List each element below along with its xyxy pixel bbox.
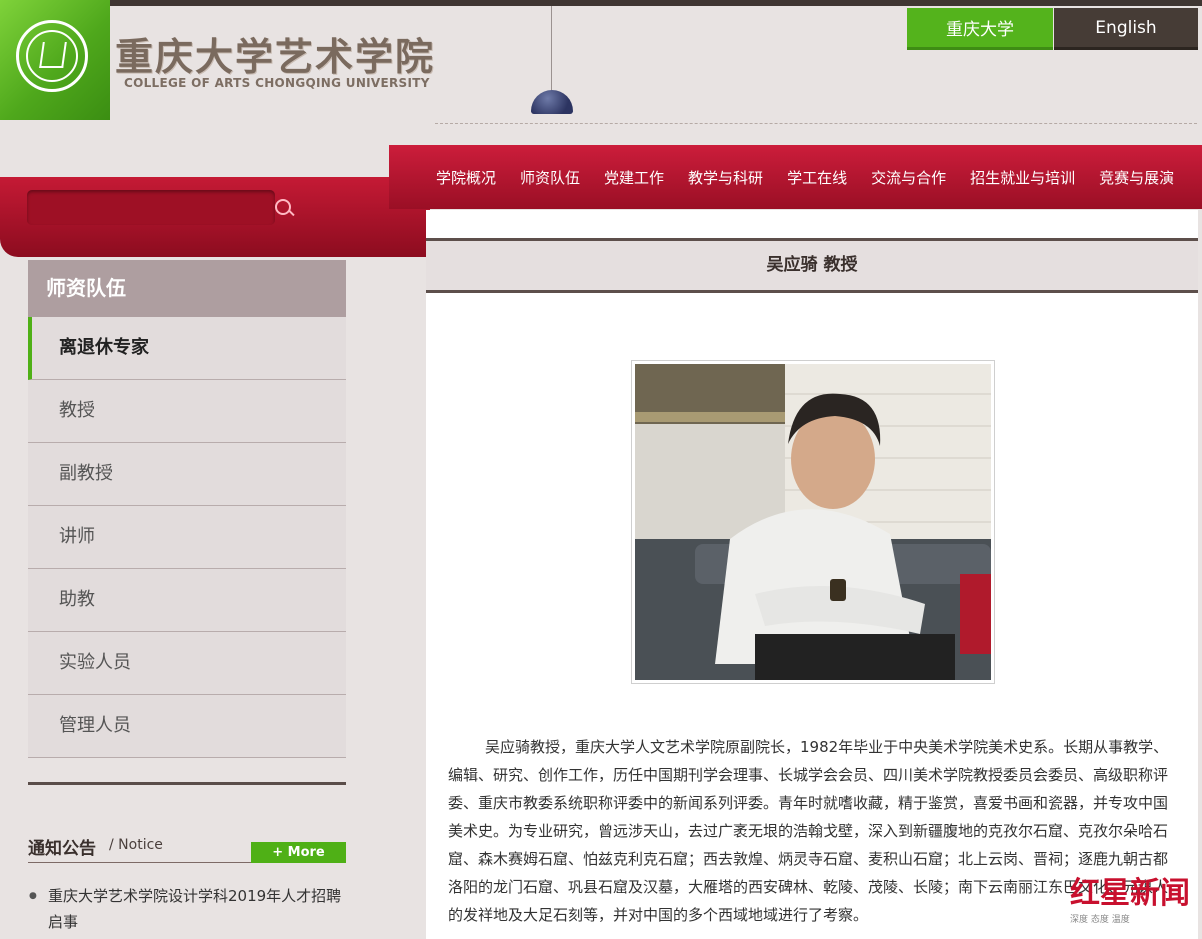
- nav-item-exchange[interactable]: 交流与合作: [859, 167, 958, 188]
- sidebar-heading: 师资队伍: [28, 260, 346, 317]
- watermark-slogan: 深度 态度 温度: [1070, 915, 1130, 925]
- sidebar-item-professors[interactable]: 教授: [28, 380, 346, 443]
- nav-item-admissions[interactable]: 招生就业与培训: [958, 167, 1087, 188]
- nav-item-about[interactable]: 学院概况: [389, 167, 508, 188]
- notice-list: 重庆大学艺术学院设计学科2019年人才招聘启事: [28, 883, 346, 935]
- sidebar-item-lab-staff[interactable]: 实验人员: [28, 632, 346, 695]
- more-button[interactable]: + More: [251, 842, 346, 863]
- lamp-cord: [551, 6, 552, 92]
- nav-item-competitions[interactable]: 竞赛与展演: [1087, 167, 1186, 188]
- sidebar: 师资队伍 离退休专家 教授 副教授 讲师 助教 实验人员 管理人员: [28, 260, 346, 785]
- search-box: [27, 190, 291, 225]
- red-star-news-watermark: 红星新闻 深度 态度 温度: [1070, 868, 1194, 930]
- main-content: 吴应骑 教授 吴应骑教授，重庆大学人文艺术学院原副院长，1982年毕业于中央美术…: [426, 210, 1198, 939]
- article-title: 吴应骑 教授: [426, 238, 1198, 293]
- notice-subtitle: / Notice: [109, 837, 163, 853]
- main-nav: 学院概况 师资队伍 党建工作 教学与科研 学工在线 交流与合作 招生就业与培训 …: [389, 145, 1202, 209]
- nav-item-students[interactable]: 学工在线: [775, 167, 859, 188]
- portrait-illustration: [635, 364, 991, 680]
- notice-item[interactable]: 重庆大学艺术学院设计学科2019年人才招聘启事: [28, 883, 346, 935]
- notice-title: 通知公告: [28, 839, 96, 859]
- more-label: More: [287, 845, 325, 860]
- nav-item-teaching[interactable]: 教学与科研: [676, 167, 775, 188]
- search-input[interactable]: [27, 190, 239, 225]
- nav-item-party[interactable]: 党建工作: [592, 167, 676, 188]
- sidebar-item-lecturers[interactable]: 讲师: [28, 506, 346, 569]
- divider: [435, 123, 1197, 124]
- nav-item-faculty[interactable]: 师资队伍: [508, 167, 592, 188]
- site-subtitle: COLLEGE OF ARTS CHONGQING UNIVERSITY: [124, 76, 430, 90]
- plus-icon: +: [272, 845, 288, 860]
- portrait-photo: [631, 360, 995, 684]
- logo-block[interactable]: [0, 0, 110, 120]
- lamp-icon: [531, 90, 573, 114]
- sidebar-item-retired-experts[interactable]: 离退休专家: [28, 317, 346, 380]
- english-link-button[interactable]: English: [1054, 8, 1198, 50]
- site-title[interactable]: 重庆大学艺术学院: [115, 26, 435, 81]
- watermark-logo: 红星新闻: [1070, 876, 1190, 911]
- search-icon[interactable]: [275, 199, 291, 215]
- portrait-image: [635, 364, 991, 680]
- university-link-button[interactable]: 重庆大学: [907, 8, 1053, 50]
- sidebar-item-assistants[interactable]: 助教: [28, 569, 346, 632]
- sidebar-item-associate-professors[interactable]: 副教授: [28, 443, 346, 506]
- sidebar-item-admin-staff[interactable]: 管理人员: [28, 695, 346, 758]
- sidebar-divider: [28, 782, 346, 785]
- notice-panel: 通知公告 / Notice + More 重庆大学艺术学院设计学科2019年人才…: [28, 830, 346, 935]
- notice-header: 通知公告 / Notice + More: [28, 830, 346, 863]
- top-strip: [0, 0, 1202, 6]
- university-seal-icon: [16, 20, 88, 92]
